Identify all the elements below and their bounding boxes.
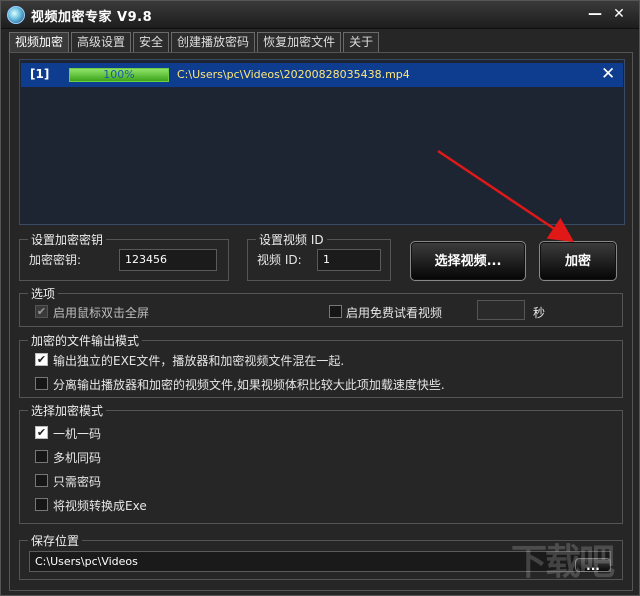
output-separate-label: 分离输出播放器和加密的视频文件,如果视频体积比较大此项加载速度快些. (53, 378, 445, 392)
file-index: [1] (30, 67, 50, 81)
mode-one-machine-label: 一机一码 (53, 427, 102, 441)
remove-file-icon[interactable]: ✕ (601, 64, 615, 84)
progress-bar: 100% (69, 68, 169, 82)
save-location-group-title: 保存位置 (28, 532, 83, 549)
output-exe-label: 输出独立的EXE文件，播放器和加密视频文件混在一起. (53, 354, 345, 368)
file-row[interactable]: [1] 100% C:\Users\pc\Videos\202008280354… (21, 63, 623, 87)
tab-advanced-settings[interactable]: 高级设置 (71, 32, 132, 52)
mode-one-machine-checkbox[interactable]: ✔ (35, 426, 48, 439)
window-title: 视频加密专家 V9.8 (31, 10, 153, 25)
output-separate-checkbox[interactable] (35, 377, 48, 390)
video-id-group-title: 设置视频 ID (256, 231, 327, 248)
tab-video-encrypt[interactable]: 视频加密 (9, 32, 70, 52)
options-group-title: 选项 (28, 285, 59, 302)
fullscreen-label: 启用鼠标双击全屏 (53, 306, 150, 320)
free-trial-label: 启用免费试看视频 (346, 306, 443, 320)
seconds-unit-label: 秒 (533, 306, 546, 320)
app-window: 视频加密专家 V9.8 — ✕ 视频加密 高级设置 安全 创建播放密码 恢复加密… (0, 0, 640, 596)
fullscreen-checkbox[interactable]: ✔ (35, 305, 48, 318)
tab-restore-encrypted[interactable]: 恢复加密文件 (257, 32, 342, 52)
encryption-key-label: 加密密钥: (29, 253, 82, 267)
watermark-logo: 下载吧 (511, 542, 615, 583)
free-trial-checkbox[interactable] (329, 305, 342, 318)
mode-convert-exe-label: 将视频转换成Exe (53, 499, 147, 513)
output-exe-checkbox[interactable]: ✔ (35, 353, 48, 366)
minimize-button[interactable]: — (585, 5, 605, 23)
output-mode-group-title: 加密的文件输出模式 (28, 332, 143, 349)
encryption-mode-group-title: 选择加密模式 (28, 402, 107, 419)
select-video-button[interactable]: 选择视频... (410, 241, 526, 281)
mode-password-only-label: 只需密码 (53, 475, 102, 489)
tab-bar: 视频加密 高级设置 安全 创建播放密码 恢复加密文件 关于 (9, 32, 381, 52)
video-id-input[interactable]: 1 (317, 249, 381, 271)
tab-security[interactable]: 安全 (133, 32, 170, 52)
file-list[interactable]: [1] 100% C:\Users\pc\Videos\202008280354… (19, 59, 625, 225)
encryption-key-group-title: 设置加密密钥 (28, 231, 107, 248)
tab-create-play-password[interactable]: 创建播放密码 (171, 32, 256, 52)
video-id-label: 视频 ID: (257, 253, 302, 267)
mode-password-only-checkbox[interactable] (35, 474, 48, 487)
app-logo-icon (7, 6, 25, 24)
file-path: C:\Users\pc\Videos\20200828035438.mp4 (177, 68, 410, 81)
encryption-key-input[interactable]: 123456 (119, 249, 217, 271)
title-bar: 视频加密专家 V9.8 — ✕ (1, 1, 639, 29)
close-button[interactable]: ✕ (609, 5, 629, 23)
tab-about[interactable]: 关于 (343, 32, 380, 52)
mode-multi-machine-label: 多机同码 (53, 451, 102, 465)
mode-multi-machine-checkbox[interactable] (35, 450, 48, 463)
encrypt-button[interactable]: 加密 (539, 241, 617, 281)
mode-convert-exe-checkbox[interactable] (35, 498, 48, 511)
progress-text: 100% (103, 68, 135, 81)
trial-seconds-input[interactable] (477, 300, 525, 320)
